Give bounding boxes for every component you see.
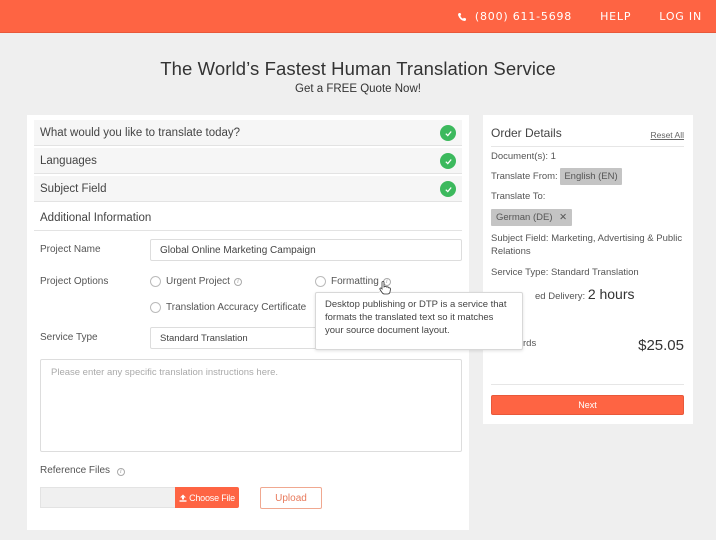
step-subject-field[interactable]: Subject Field (34, 176, 462, 202)
remove-language-icon[interactable]: ✕ (559, 212, 567, 223)
step-additional-information[interactable]: Additional Information (34, 205, 462, 231)
login-link[interactable]: LOG IN (659, 10, 702, 23)
delivery-label: ed Delivery: (535, 291, 586, 302)
radio-button[interactable] (150, 276, 161, 287)
option-label: Translation Accuracy Certificate (166, 302, 307, 313)
urgent-project-option[interactable]: Urgent Project i (150, 276, 242, 287)
option-label: Urgent Project (166, 276, 230, 287)
top-nav: (800) 611-5698 HELP LOG IN (429, 0, 702, 33)
project-name-label: Project Name (40, 244, 101, 255)
instructions-textarea[interactable]: Please enter any specific translation in… (40, 359, 462, 452)
divider (491, 384, 684, 385)
next-button[interactable]: Next (491, 395, 684, 415)
documents-count: Document(s): 1 (491, 151, 556, 162)
service-type-summary: Service Type: Standard Translation (491, 267, 639, 278)
divider (491, 146, 684, 147)
radio-button[interactable] (315, 276, 326, 287)
upload-button[interactable]: Upload (260, 487, 322, 509)
accuracy-certificate-option[interactable]: Translation Accuracy Certificate (150, 302, 306, 313)
translate-to-row: German (DE) ✕ (491, 209, 573, 226)
reference-files-text: Reference Files (40, 465, 111, 476)
project-options-label: Project Options (40, 276, 109, 287)
choose-file-button[interactable]: Choose File (175, 487, 239, 508)
file-path-field[interactable] (40, 487, 175, 508)
page-subtitle: Get a FREE Quote Now! (295, 83, 421, 95)
phone-icon (457, 12, 466, 21)
top-nav-bar: (800) 611-5698 HELP LOG IN (0, 0, 716, 33)
radio-button[interactable] (150, 302, 161, 313)
phone-number: (800) 611-5698 (474, 10, 573, 23)
hand-cursor-icon (379, 281, 391, 295)
page-title: The World’s Fastest Human Translation Se… (160, 58, 556, 79)
help-link[interactable]: HELP (600, 10, 631, 23)
target-language-text: German (DE) (496, 212, 553, 223)
reference-files-label: Reference Files i (40, 465, 125, 476)
target-language-tag: German (DE) ✕ (491, 209, 573, 226)
check-circle-icon (440, 153, 456, 169)
order-details-card: Order Details Reset All Document(s): 1 T… (483, 115, 693, 424)
reset-all-link[interactable]: Reset All (650, 130, 684, 140)
source-language-tag: English (EN) (560, 168, 622, 185)
check-circle-icon (440, 181, 456, 197)
info-icon[interactable]: i (233, 277, 242, 286)
phone-link[interactable]: (800) 611-5698 (457, 10, 572, 23)
translate-from-label: Translate From: (491, 171, 558, 182)
delivery-value: 2 hours (587, 286, 635, 302)
subject-field-summary: Subject Field: Marketing, Advertising & … (491, 233, 683, 257)
price-total: $25.05 (638, 337, 684, 354)
upload-icon (179, 494, 187, 502)
project-name-input[interactable]: Global Online Marketing Campaign (150, 239, 462, 261)
step-label: Additional Information (40, 211, 152, 224)
step-label: Subject Field (40, 182, 107, 195)
check-circle-icon (440, 125, 456, 141)
service-type-label: Service Type (40, 332, 98, 343)
order-details-title: Order Details (491, 126, 562, 140)
formatting-tooltip: Desktop publishing or DTP is a service t… (315, 287, 523, 350)
step-what-to-translate[interactable]: What would you like to translate today? (34, 120, 462, 146)
step-label: What would you like to translate today? (40, 126, 241, 139)
step-label: Languages (40, 154, 97, 167)
info-icon[interactable]: i (116, 468, 125, 476)
step-languages[interactable]: Languages (34, 148, 462, 174)
translate-to-label: Translate To: (491, 191, 546, 202)
choose-file-label: Choose File (189, 492, 235, 503)
option-label: Formatting (331, 276, 379, 287)
translate-from-row: Translate From: English (EN) (491, 168, 622, 185)
delivery-row: ed Delivery: 2 hours (535, 286, 635, 303)
words-label: rds (523, 338, 537, 349)
